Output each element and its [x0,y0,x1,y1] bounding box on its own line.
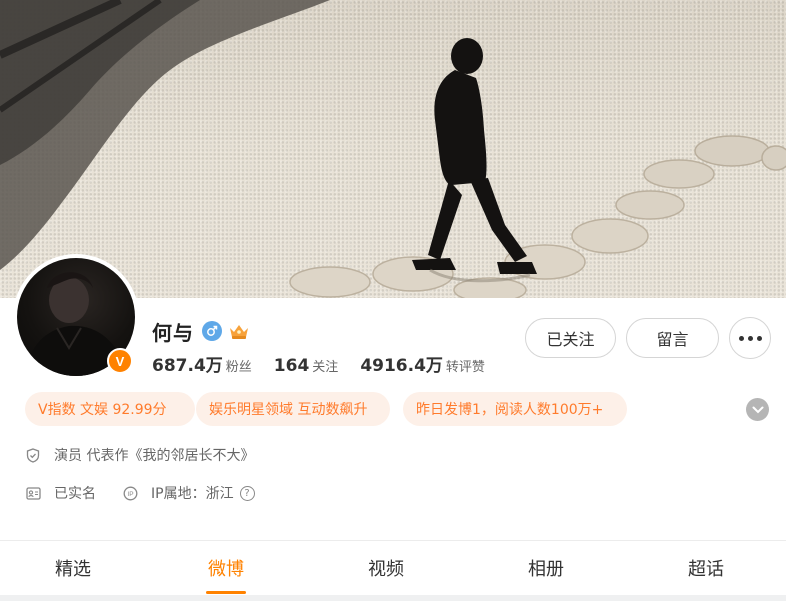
interactions-label: 转评赞 [445,360,485,375]
tab-featured[interactable]: 精选 [0,541,146,595]
domain-trend-tag[interactable]: 娱乐明星领域 互动数飙升 [196,392,390,426]
svg-text:IP: IP [127,491,133,498]
followers-label: 粉丝 [225,360,252,375]
interactions-stat[interactable]: 4916.4万 转评赞 [360,351,485,376]
followers-count: 687.4万 [152,356,223,376]
profile-name-row: 何与 [152,317,251,345]
followed-button[interactable]: 已关注 [525,318,616,358]
ip-location-text: IP属地：浙江 [151,486,234,502]
content-background [0,595,786,601]
male-icon [202,321,222,341]
tab-label: 相册 [528,559,564,580]
tab-supertopic[interactable]: 超话 [626,541,786,595]
interactions-count: 4916.4万 [360,356,443,376]
profile-stats: 687.4万 粉丝 164 关注 4916.4万 转评赞 [152,351,507,376]
bio-row: 演员 代表作《我的邻居长不大》 [25,445,254,465]
more-icon [738,335,762,341]
followers-stat[interactable]: 687.4万 粉丝 [152,351,252,376]
tab-label: 超话 [688,559,724,580]
crown-icon[interactable] [227,321,251,341]
expand-tags-button[interactable] [746,398,769,421]
profile-name: 何与 [152,320,194,345]
chevron-down-icon [752,406,763,413]
id-card-icon [25,485,41,501]
tab-albums[interactable]: 相册 [466,541,626,595]
cover-photo-scene [0,0,786,298]
help-icon[interactable]: ? [239,485,255,501]
tab-videos[interactable]: 视频 [306,541,466,595]
shield-icon [25,447,41,463]
cover-photo [0,0,786,298]
more-button[interactable] [729,317,771,359]
realname-text: 已实名 [54,486,96,502]
profile-tabs: 精选 微博 视频 相册 超话 [0,541,786,595]
verified-badge-icon: V [107,348,133,374]
verification-row: 已实名 IP IP属地：浙江 ? [25,483,255,503]
tab-label: 精选 [55,559,91,580]
tab-label: 微博 [208,559,244,580]
tab-weibo[interactable]: 微博 [146,541,306,595]
following-stat[interactable]: 164 关注 [274,356,339,376]
following-count: 164 [273,356,310,376]
v-index-tag[interactable]: V指数 文娱 92.99分 [25,392,195,426]
bio-text: 演员 代表作《我的邻居长不大》 [54,448,255,464]
following-label: 关注 [312,360,339,375]
active-tab-indicator [206,591,246,594]
daily-post-tag[interactable]: 昨日发博1，阅读人数100万+ [403,392,627,426]
tab-label: 视频 [368,559,404,580]
location-icon: IP [122,485,138,501]
message-button[interactable]: 留言 [626,318,719,358]
